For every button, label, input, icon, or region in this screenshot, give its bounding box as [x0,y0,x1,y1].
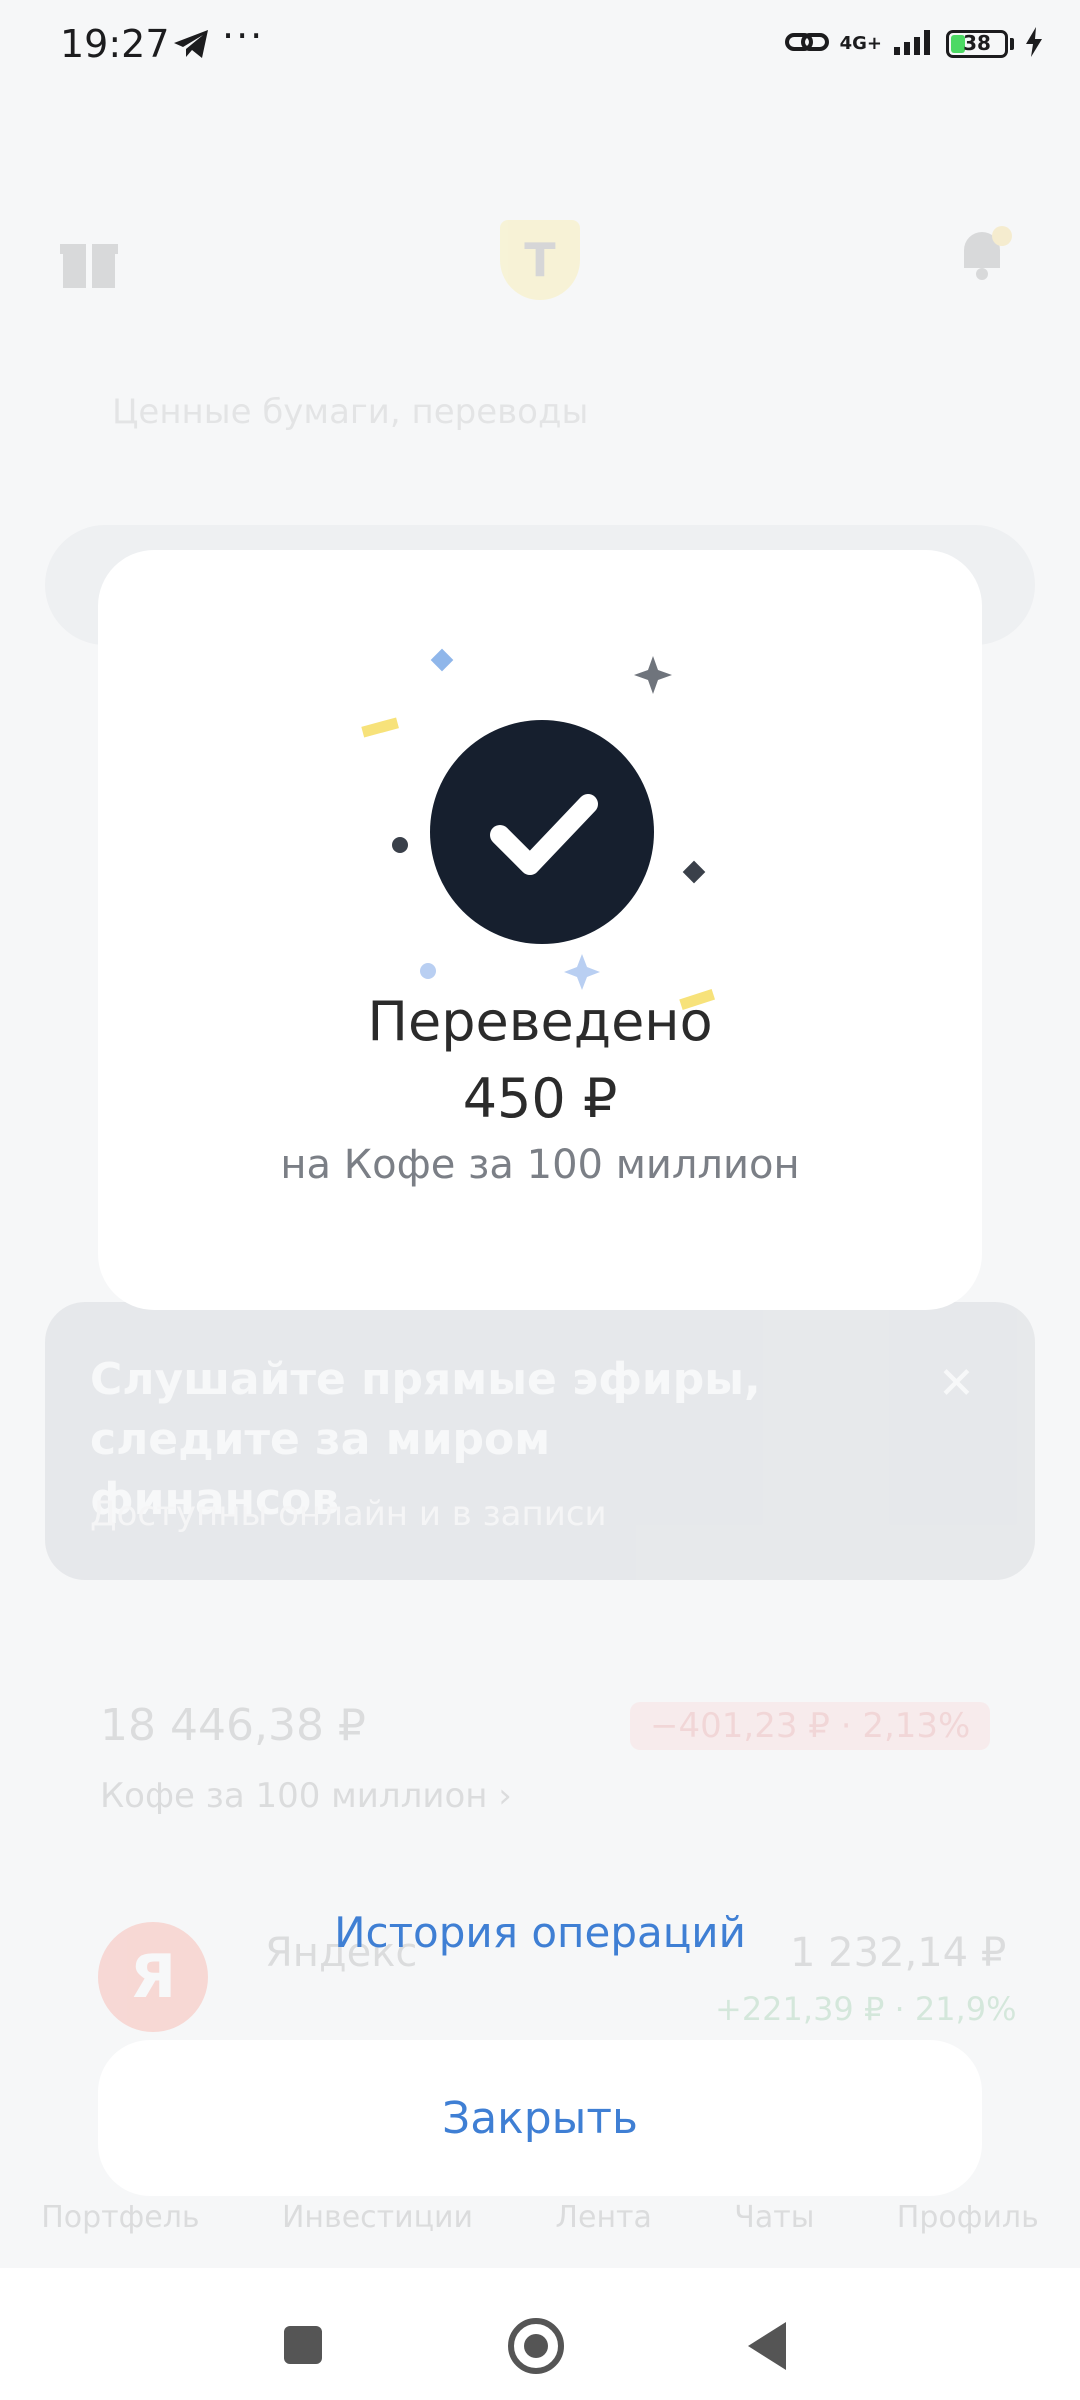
home-icon[interactable] [508,2318,564,2374]
operation-history-link[interactable]: История операций [98,1908,982,1957]
tab-investments: Инвестиции [281,2200,474,2235]
success-check-icon [430,720,654,944]
portfolio-change: −401,23 ₽ · 2,13% [630,1702,991,1750]
system-navigation-bar [0,2268,1080,2400]
success-title: Переведено [367,990,713,1053]
back-icon[interactable] [748,2322,786,2370]
tab-portfolio: Портфель [41,2200,200,2235]
tab-profile: Профиль [896,2200,1039,2235]
promo-subtitle: Доступны онлайн и в записи [90,1494,607,1534]
portfolio-sum: 18 446,38 ₽ [100,1700,366,1751]
portfolio-name: Кофе за 100 миллион › [100,1776,512,1816]
tab-chats: Чаты [734,2200,815,2235]
recent-apps-icon[interactable] [284,2326,322,2364]
transfer-amount: 450 ₽ [462,1067,618,1130]
tab-feed: Лента [555,2200,652,2235]
close-icon: ✕ [938,1358,975,1409]
transfer-recipient: на Кофе за 100 миллион [280,1142,800,1188]
asset-change: +221,39 ₽ · 21,9% [715,1990,1017,2028]
bottom-tab-bar: Портфель Инвестиции Лента Чаты Профиль [0,2200,1080,2235]
close-button[interactable]: Закрыть [98,2040,982,2196]
